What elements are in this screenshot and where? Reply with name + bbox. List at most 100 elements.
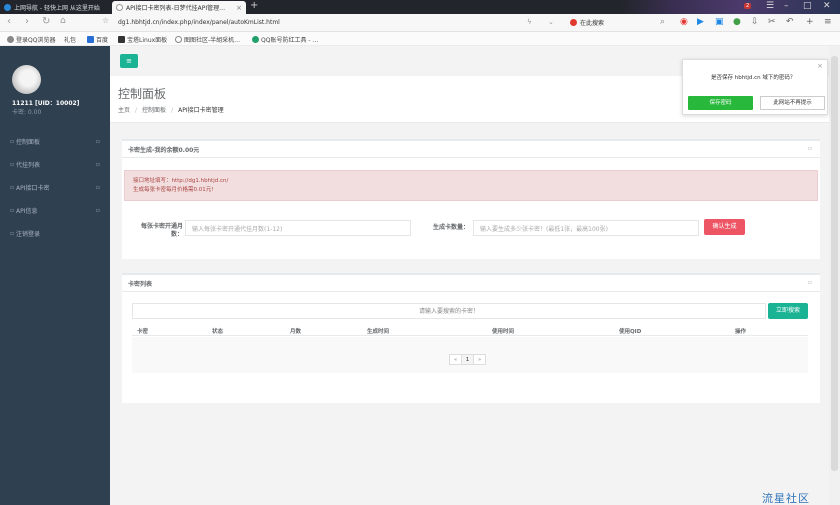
cloud-icon[interactable]: ● [733,17,741,27]
collapse-icon[interactable]: ▫ [808,145,812,152]
menu-icon[interactable]: ☰ [766,1,774,11]
bookmark-item[interactable]: 图图社区-半胡采机… [175,35,240,44]
collapse-icon: ▫ [95,207,100,214]
sidebar-item-label: 代挂列表 [16,162,41,169]
breadcrumb-dashboard[interactable]: 控制面板 [142,107,166,114]
tab-title: 上网导航 - 轻快上网 从这里开始 [14,5,100,12]
tab-close-icon[interactable]: × [236,4,242,12]
column-header[interactable]: 使用时间 [492,327,514,335]
column-header[interactable]: 月数 [290,327,301,335]
translate-icon[interactable]: ▣ [715,17,724,27]
forward-icon[interactable]: › [25,16,29,27]
avatar[interactable] [12,65,41,94]
scrollbar-thumb[interactable] [831,56,838,471]
breadcrumb-home[interactable]: 主页 [118,107,130,114]
menu-lines-icon[interactable]: ≡ [824,17,832,27]
minimize-icon[interactable]: – [784,1,789,11]
sidebar-item-logout[interactable]: ▫ 注销登录 [0,222,110,245]
bookmark-bar: 登录QQ浏览器 礼包 百度 宝塔Linux面板 图图社区-半胡采机… QQ账号防… [0,32,840,46]
user-icon [7,36,14,43]
baidu-icon [87,36,94,43]
table-header: 卡密 状态 月数 生成时间 使用时间 使用QID 操作 [132,325,808,336]
cut-icon[interactable]: ✂ [768,17,776,27]
collapse-icon: ▫ [95,138,100,145]
lightning-icon[interactable]: ϟ [527,18,532,26]
input-placeholder: 输入要生成多少张卡密！(最低1张，最高100张) [480,225,608,233]
count-input[interactable]: 输入要生成多少张卡密！(最低1张，最高100张) [473,220,699,236]
save-password-button[interactable]: 保存密码 [688,96,753,110]
bookmark-item[interactable]: 登录QQ浏览器 [7,35,55,44]
bookmark-item[interactable]: 百度 [87,35,108,44]
globe-icon [175,36,182,43]
months-label: 每张卡密开通月数： [140,223,183,238]
sidebar-item-api-cards[interactable]: ▫ API接口卡密 ▫ [0,176,110,199]
column-header[interactable]: 状态 [212,327,223,335]
save-password-popup: × 是否保存 hbhtjd.cn 域下的密码？ 保存密码 此网站不再提示 [682,59,828,115]
breadcrumb-separator: / [171,107,174,114]
months-input[interactable]: 输入每张卡密开通代挂月数(1-12) [185,220,411,236]
info-alert: 接口地址填写：http://dg1.hbhtjd.cn/ 生成每张卡密每月价格需… [124,170,818,201]
sidebar-item-api-info[interactable]: ▫ API信息 ▫ [0,199,110,222]
column-header[interactable]: 生成时间 [367,327,389,335]
card-search-input[interactable]: 请输入要搜索的卡密！ [132,303,766,319]
refresh-icon[interactable]: ↻ [42,16,50,27]
alert-line: 接口地址填写：http://dg1.hbhtjd.cn/ [133,178,229,184]
collapse-icon[interactable]: ▫ [808,279,812,286]
address-bar[interactable]: dg1.hbhtjd.cn/index.php/index/panel/auto… [118,19,280,26]
bookmark-item[interactable]: QQ账号防红工具 - … [252,35,318,44]
undo-icon[interactable]: ↶ [786,17,794,27]
breadcrumb: 主页 / 控制面板 / API接口卡密管理 [118,105,224,114]
download-icon[interactable]: ⇩ [751,17,759,27]
maximize-icon[interactable]: □ [803,1,812,11]
browser-tab-strip: 上网导航 - 轻快上网 从这里开始 API接口卡密列表-日梦代挂API管理… ×… [0,0,840,14]
back-icon[interactable]: ‹ [7,16,11,27]
sidebar-toggle-button[interactable]: ≡ [120,54,138,68]
notification-badge[interactable]: 2 [744,3,752,9]
star-icon[interactable]: ☆ [102,16,109,25]
count-label: 生成卡数量： [432,224,469,231]
bt-icon [118,36,125,43]
watermark: 流星社区 [762,492,810,505]
sidebar: 11211 [UID：10002] 卡密: 0.00 ▫ 控制面板 ▫ ▫ 代挂列表 ▫… [0,46,110,505]
browser-nav-bar: ‹ › ↻ ⌂ ☆ dg1.hbhtjd.cn/index.php/index/… [0,14,840,32]
bookmark-item[interactable]: 宝塔Linux面板 [118,35,167,44]
user-name[interactable]: 11211 [UID：10002] [12,98,79,107]
breadcrumb-separator: / [135,107,138,114]
confirm-generate-button[interactable]: 确认生成 [704,219,745,235]
column-header[interactable]: 操作 [735,327,746,335]
sidebar-item-dashboard[interactable]: ▫ 控制面板 ▫ [0,130,110,153]
sidebar-item-proxy-list[interactable]: ▫ 代挂列表 ▫ [0,153,110,176]
search-engine-logo-icon [570,19,577,26]
panel-title: 卡密生成-我的余额0.00元 [128,147,200,154]
search-input[interactable]: 在此搜索 [570,16,660,29]
search-icon[interactable]: ⌕ [660,17,665,27]
page-icon [116,4,123,11]
bookmark-item[interactable]: 礼包 [64,35,76,44]
tab-title: API接口卡密列表-日梦代挂API管理… [126,5,226,12]
search-button[interactable]: 立即搜索 [768,303,808,319]
divider [122,157,820,158]
window-close-icon[interactable]: ✕ [823,1,831,11]
input-placeholder: 输入每张卡密开通代挂月数(1-12) [192,225,283,233]
column-header[interactable]: 卡密 [137,327,148,335]
sidebar-item-label: 注销登录 [16,231,41,238]
add-icon[interactable]: + [806,17,814,27]
close-icon[interactable]: × [817,62,823,70]
browser-tab-active[interactable]: API接口卡密列表-日梦代挂API管理… × [112,1,246,14]
search-engine-icon[interactable]: ⌄ [548,18,554,26]
home-icon[interactable]: ⌂ [60,16,66,26]
game-icon[interactable]: ◉ [680,17,688,27]
browser-tab-nav[interactable]: 上网导航 - 轻快上网 从这里开始 [0,1,112,14]
video-icon[interactable]: ▶ [697,17,704,27]
divider [122,291,820,292]
next-page-button[interactable]: » [473,354,486,365]
shield-icon [252,36,259,43]
browser-icon [4,4,11,11]
column-header[interactable]: 使用QID [619,327,641,335]
sidebar-item-label: API信息 [16,208,38,215]
sidebar-item-label: API接口卡密 [16,185,50,192]
never-prompt-button[interactable]: 此网站不再提示 [760,96,825,110]
page-scrollbar[interactable] [829,46,840,505]
new-tab-button[interactable]: + [250,0,258,11]
card-generate-panel: 卡密生成-我的余额0.00元 ▫ 接口地址填写：http://dg1.hbhtj… [122,139,820,259]
